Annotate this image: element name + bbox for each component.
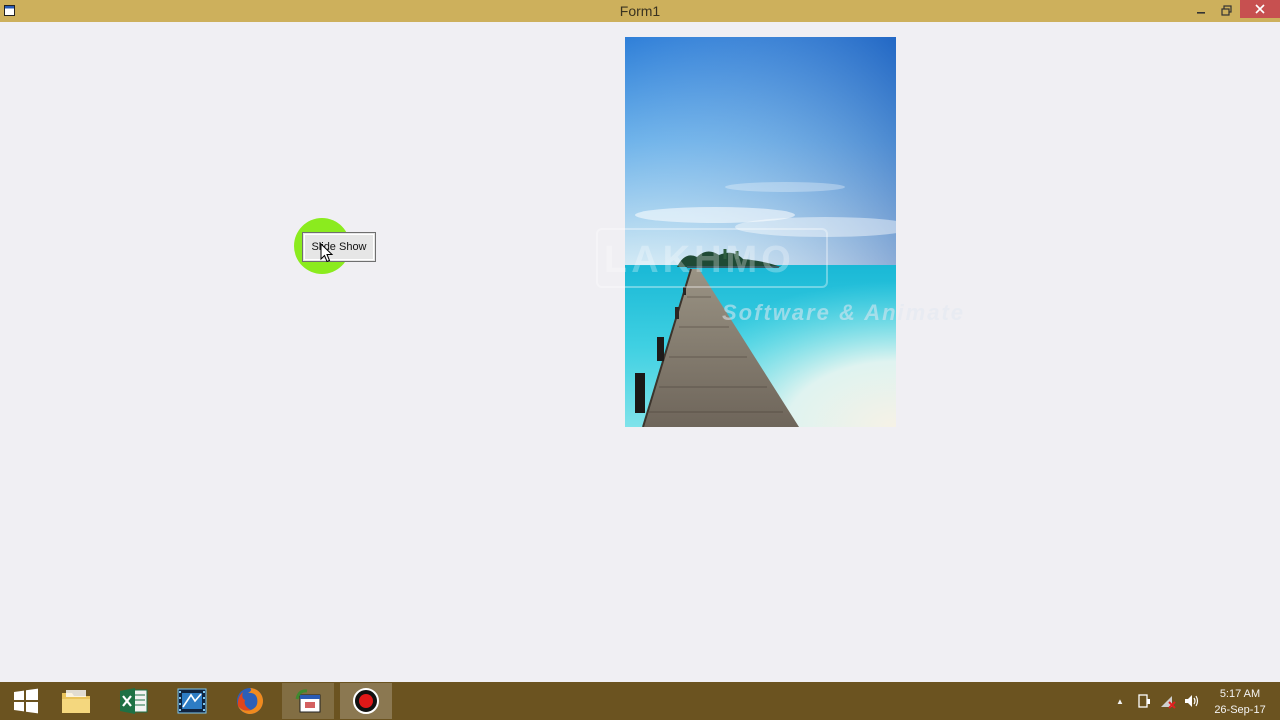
firefox-icon [237,688,263,714]
close-icon [1255,4,1265,14]
action-center-icon[interactable] [1136,693,1152,709]
excel-icon [120,688,148,714]
folder-icon [62,690,90,713]
beach-pier-image [625,37,896,427]
clock-date: 26-Sep-17 [1214,704,1266,716]
taskbar-clock[interactable]: 5:17 AM 26-Sep-17 [1206,686,1274,718]
volume-icon[interactable] [1184,693,1200,709]
chevron-up-icon: ▲ [1116,696,1124,706]
taskbar-file-explorer[interactable] [50,683,102,719]
close-button[interactable] [1240,0,1280,18]
window-title: Form1 [619,3,661,19]
minimize-icon [1197,12,1205,14]
clock-time: 5:17 AM [1219,688,1261,700]
form1-window: Form1 Slide Show LAKHMO Software & Anima… [0,0,1280,682]
start-button[interactable] [0,683,52,719]
taskbar [0,682,1280,720]
restore-button[interactable] [1214,0,1238,20]
picture-box [625,37,896,427]
minimize-button[interactable] [1190,0,1212,20]
film-icon [177,688,207,714]
taskbar-firefox[interactable] [224,683,276,719]
show-hidden-icons-button[interactable]: ▲ [1112,693,1128,709]
restore-icon [1220,4,1232,16]
taskbar-excel[interactable] [108,683,160,719]
windows-logo-icon [14,688,38,714]
taskbar-visual-studio[interactable] [282,683,334,719]
network-icon[interactable] [1160,693,1176,709]
app-icon [295,689,321,713]
slide-show-button[interactable]: Slide Show [302,232,376,262]
record-icon [353,688,379,714]
taskbar-movie-maker[interactable] [166,683,218,719]
taskbar-screen-recorder[interactable] [340,683,392,719]
title-bar[interactable]: Form1 [0,0,1280,22]
